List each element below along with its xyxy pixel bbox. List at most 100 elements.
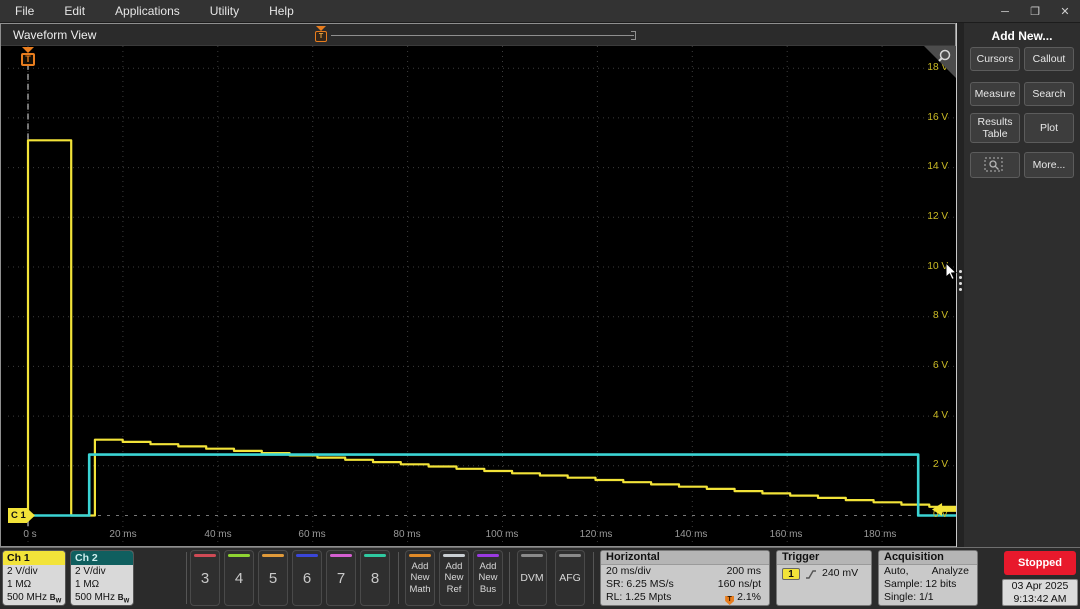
menu-edit[interactable]: Edit xyxy=(64,4,85,18)
trigger-source-badge: 1 xyxy=(782,568,800,580)
callout-button[interactable]: Callout xyxy=(1024,47,1074,71)
channel5-button[interactable]: 5 xyxy=(258,550,288,606)
x-tick-0s: 0 s xyxy=(23,529,36,540)
search-button[interactable]: Search xyxy=(1024,82,1074,106)
datetime-display: 03 Apr 2025 9:13:42 AM xyxy=(1002,579,1078,606)
add-new-ref-button[interactable]: Add New Ref xyxy=(439,550,469,606)
dvm-button[interactable]: DVM xyxy=(517,550,547,606)
measure-button[interactable]: Measure xyxy=(970,82,1020,106)
splitter-drag-handle[interactable] xyxy=(959,270,962,291)
acquisition-title: Acquisition xyxy=(879,551,977,565)
channel1-scale: 2 V/div xyxy=(7,565,65,578)
rising-edge-icon xyxy=(805,568,817,580)
horizontal-window: 200 ms xyxy=(727,565,761,578)
group-separator xyxy=(186,552,187,604)
y-tick-16v: 16 V xyxy=(902,112,948,123)
y-tick-6v: 6 V xyxy=(902,360,948,371)
results-table-button[interactable]: Results Table xyxy=(970,113,1020,143)
channel8-button[interactable]: 8 xyxy=(360,550,390,606)
acquisition-mode: Auto, xyxy=(884,565,909,578)
trigger-position-endcap xyxy=(631,31,636,40)
trigger-panel[interactable]: Trigger 1 240 mV xyxy=(776,550,872,606)
bandwidth-limit-icon: BW xyxy=(118,593,129,602)
acquisition-sample: Sample: 12 bits xyxy=(884,578,956,591)
more-button[interactable]: More... xyxy=(1024,152,1074,178)
x-tick-140ms: 140 ms xyxy=(675,529,708,540)
channel6-button[interactable]: 6 xyxy=(292,550,322,606)
channel1-badge[interactable]: Ch 1 2 V/div 1 MΩ 500 MHz BW xyxy=(2,550,66,606)
menu-applications[interactable]: Applications xyxy=(115,4,180,18)
waveform-view-tab[interactable]: Waveform View xyxy=(13,28,96,42)
afg-button[interactable]: AFG xyxy=(555,550,585,606)
y-tick-12v: 12 V xyxy=(902,211,948,222)
x-tick-60ms: 60 ms xyxy=(298,529,325,540)
add-new-math-button[interactable]: Add New Math xyxy=(405,550,435,606)
x-tick-120ms: 120 ms xyxy=(580,529,613,540)
channel5-color-strip xyxy=(262,554,284,557)
channel4-button[interactable]: 4 xyxy=(224,550,254,606)
x-tick-180ms: 180 ms xyxy=(864,529,897,540)
channel2-badge[interactable]: Ch 2 2 V/div 1 MΩ 500 MHz BW xyxy=(70,550,134,606)
channel2-scale: 2 V/div xyxy=(75,565,133,578)
panel-splitter[interactable] xyxy=(956,23,964,547)
plot-button[interactable]: Plot xyxy=(1024,113,1074,143)
close-icon[interactable]: ✕ xyxy=(1058,5,1072,18)
y-tick-2v: 2 V xyxy=(902,459,948,470)
acquisition-analyze: Analyze xyxy=(932,565,969,578)
menu-file[interactable]: File xyxy=(15,4,34,18)
trigger-level: 240 mV xyxy=(822,567,858,580)
math-color-strip xyxy=(409,554,431,557)
minimize-icon[interactable]: ─ xyxy=(998,6,1012,18)
group-separator xyxy=(593,552,594,604)
cursors-button[interactable]: Cursors xyxy=(970,47,1020,71)
trigger-title: Trigger xyxy=(777,551,871,565)
trigger-position-percent: 2.1% xyxy=(737,591,761,603)
acquisition-panel[interactable]: Acquisition Auto, Analyze Sample: 12 bit… xyxy=(878,550,978,606)
channel7-color-strip xyxy=(330,554,352,557)
ref-color-strip xyxy=(443,554,465,557)
horizontal-panel[interactable]: Horizontal 20 ms/div 200 ms SR: 6.25 MS/… xyxy=(600,550,770,606)
restore-icon[interactable]: ❐ xyxy=(1028,5,1042,18)
horizontal-scale: 20 ms/div xyxy=(606,565,651,578)
menu-utility[interactable]: Utility xyxy=(210,4,239,18)
waveform-window: Waveform View T T 18 V 16 V 14 V 12 V 10… xyxy=(0,23,956,547)
channel3-button[interactable]: 3 xyxy=(190,550,220,606)
trigger-position-marker[interactable]: T xyxy=(315,31,327,42)
time-label: 9:13:42 AM xyxy=(1003,593,1077,606)
x-tick-160ms: 160 ms xyxy=(770,529,803,540)
channel3-color-strip xyxy=(194,554,216,557)
channel4-color-strip xyxy=(228,554,250,557)
run-stop-button[interactable]: Stopped xyxy=(1004,551,1076,575)
menu-help[interactable]: Help xyxy=(269,4,294,18)
add-new-bus-button[interactable]: Add New Bus xyxy=(473,550,503,606)
mouse-cursor xyxy=(945,262,959,282)
x-tick-80ms: 80 ms xyxy=(393,529,420,540)
bandwidth-limit-icon: BW xyxy=(50,593,61,602)
trigger-marker-icon[interactable]: T xyxy=(21,53,35,66)
group-separator xyxy=(398,552,399,604)
waveform-tab-bar: Waveform View T xyxy=(1,24,955,46)
acquisition-single: Single: 1/1 xyxy=(884,591,934,604)
y-tick-18v: 18 V xyxy=(902,62,948,73)
y-tick-10v: 10 V xyxy=(902,261,948,272)
channel2-bandwidth: 500 MHz BW xyxy=(75,591,133,606)
draw-zoom-button[interactable] xyxy=(970,152,1020,178)
trigger-position-track[interactable] xyxy=(331,35,634,36)
channel1-bandwidth: 500 MHz BW xyxy=(7,591,65,606)
channel7-button[interactable]: 7 xyxy=(326,550,356,606)
y-tick-8v: 8 V xyxy=(902,310,948,321)
bus-color-strip xyxy=(477,554,499,557)
waveform-plot[interactable]: T 18 V 16 V 14 V 12 V 10 V 8 V 6 V 4 V 2… xyxy=(8,46,956,546)
trigger-position-icon: T xyxy=(725,596,734,605)
x-tick-100ms: 100 ms xyxy=(486,529,519,540)
channel8-color-strip xyxy=(364,554,386,557)
group-separator xyxy=(509,552,510,604)
date-label: 03 Apr 2025 xyxy=(1003,580,1077,593)
zoom-box-icon xyxy=(984,157,1006,174)
channel2-impedance: 1 MΩ xyxy=(75,578,133,591)
channel1-impedance: 1 MΩ xyxy=(7,578,65,591)
waveform-traces xyxy=(8,46,956,546)
dvm-color-strip xyxy=(521,554,543,557)
horizontal-title: Horizontal xyxy=(601,551,769,565)
afg-color-strip xyxy=(559,554,581,557)
